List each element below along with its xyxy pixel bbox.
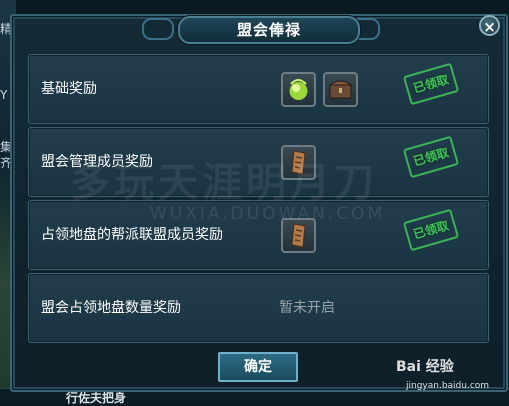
dialog-title-plate: 盟会俸禄: [178, 16, 360, 44]
reward-row-territory-count: 盟会占领地盘数量奖励 暂未开启: [28, 273, 489, 343]
close-button[interactable]: ×: [479, 15, 500, 36]
baidu-jingyan-logo: Bai 经验: [396, 359, 454, 375]
not-open-status: 暂未开启: [279, 300, 335, 316]
watermark-text: 多玩天涯明月刀: [70, 160, 378, 206]
confirm-button[interactable]: 确定: [218, 352, 298, 382]
reward-row-label: 基础奖励: [41, 81, 97, 97]
title-ornament-left: [142, 18, 174, 40]
dialog-title: 盟会俸禄: [236, 21, 301, 39]
baidu-jingyan-url: jingyan.baidu.com: [406, 381, 490, 391]
watermark-url: WUXIA.DUOWAN.COM: [150, 204, 386, 224]
green-orb-icon[interactable]: [281, 72, 316, 107]
treasure-chest-icon[interactable]: [323, 72, 358, 107]
claimed-stamp: 已领取: [402, 208, 460, 252]
reward-row-label: 盟会占领地盘数量奖励: [41, 300, 181, 316]
claimed-stamp: 已领取: [402, 135, 460, 179]
reward-row-basic: 基础奖励 已领取: [28, 54, 489, 124]
background-text: Y: [0, 88, 8, 102]
claimed-stamp: 已领取: [402, 62, 460, 106]
